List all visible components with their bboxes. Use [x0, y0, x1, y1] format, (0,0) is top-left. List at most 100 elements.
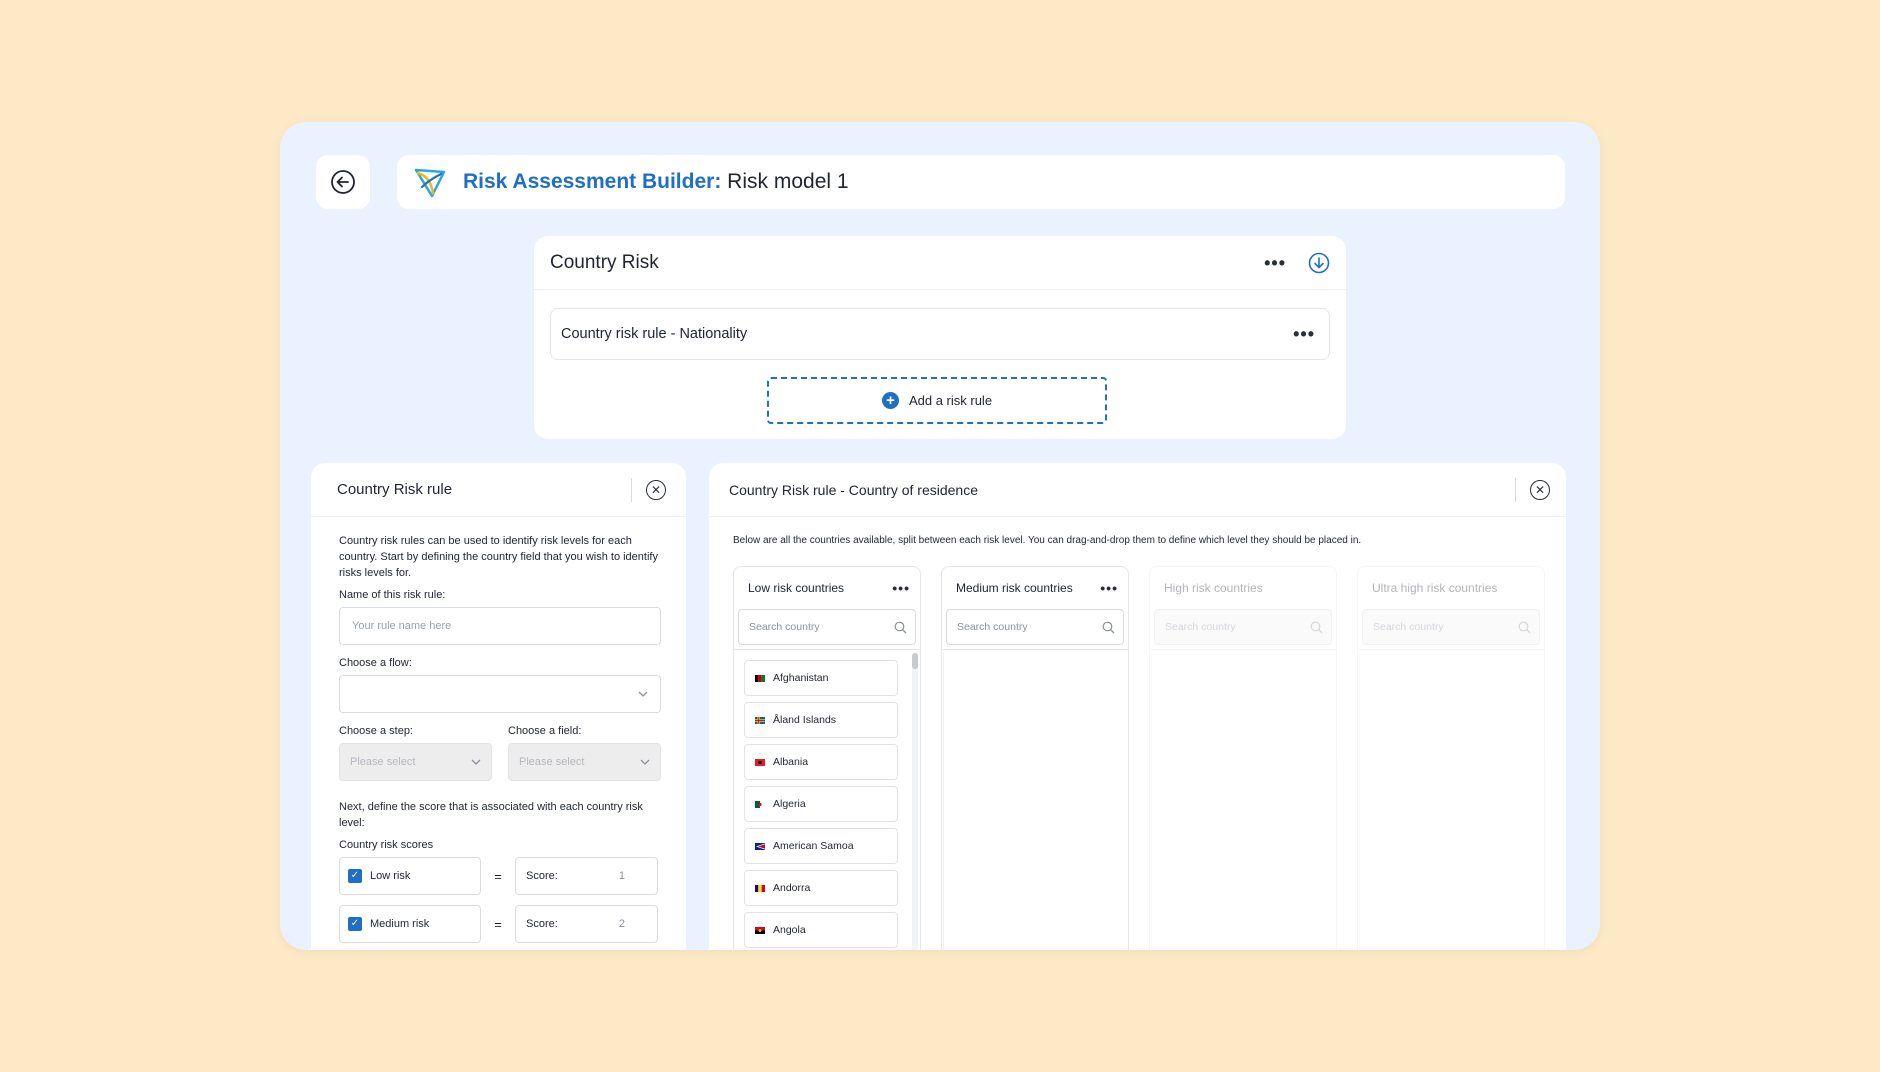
more-options-icon[interactable]: ••• — [1100, 581, 1118, 595]
search-icon — [894, 621, 907, 633]
scrollbar-thumb[interactable] — [912, 653, 918, 669]
divider — [631, 477, 632, 502]
search-placeholder: Search country — [1165, 621, 1236, 633]
page-title-model: Risk model 1 — [727, 170, 849, 193]
rule-more-options-icon[interactable]: ••• — [1293, 325, 1315, 343]
column-title: Ultra high risk countries — [1372, 581, 1498, 595]
plus-circle-icon: + — [881, 392, 899, 409]
country-search-input[interactable]: Search country — [1362, 609, 1540, 645]
search-placeholder: Search country — [749, 621, 820, 633]
column-title: High risk countries — [1164, 581, 1263, 595]
equals-sign: = — [494, 868, 502, 884]
country-item[interactable]: Åland Islands — [744, 702, 898, 738]
page-title-accent: Risk Assessment Builder: — [463, 170, 722, 193]
country-name: Albania — [773, 756, 809, 768]
risk-rule-label: Country risk rule - Nationality — [561, 326, 748, 342]
header-bar: Risk Assessment Builder: Risk model 1 — [397, 155, 1565, 209]
step-select[interactable]: Please select — [339, 743, 492, 781]
country-risk-title: Country Risk — [550, 251, 659, 273]
scores-label: Country risk scores — [339, 839, 434, 851]
medium-risk-checkbox-field[interactable]: ✓ Medium risk — [339, 905, 481, 943]
download-icon[interactable] — [1308, 252, 1330, 274]
add-risk-rule-label: Add a risk rule — [908, 393, 993, 408]
flag-albania-icon — [755, 758, 765, 766]
flow-select[interactable] — [339, 675, 661, 713]
app-frame: Risk Assessment Builder: Risk model 1 Co… — [280, 122, 1600, 950]
rule-name-input[interactable]: Your rule name here — [339, 607, 661, 645]
divider — [1515, 477, 1516, 502]
rule-name-label: Name of this risk rule: — [339, 589, 446, 601]
chevron-down-icon — [471, 759, 481, 765]
risk-level-columns: Low risk countries ••• Search country Af… — [733, 566, 1545, 950]
country-item[interactable]: Albania — [744, 744, 898, 780]
score-description: Next, define the score that is associate… — [339, 801, 643, 829]
close-icon[interactable]: ✕ — [646, 479, 666, 500]
high-risk-column: High risk countries Search country — [1149, 566, 1337, 950]
risk-level-label: Low risk — [370, 870, 411, 882]
country-name: Åland Islands — [773, 714, 837, 726]
country-search-input[interactable]: Search country — [1154, 609, 1332, 645]
low-risk-score-input[interactable]: Score: 1 — [515, 857, 658, 895]
flag-american-samoa-icon — [755, 842, 765, 850]
drop-zone[interactable] — [1359, 653, 1543, 950]
page-title: Risk Assessment Builder: Risk model 1 — [463, 170, 849, 194]
low-risk-column: Low risk countries ••• Search country Af… — [733, 566, 921, 950]
score-row-low: ✓ Low risk = Score: 1 — [339, 857, 661, 895]
low-risk-checkbox-field[interactable]: ✓ Low risk — [339, 857, 481, 895]
column-title: Medium risk countries — [956, 581, 1073, 595]
country-item[interactable]: American Samoa — [744, 828, 898, 864]
country-item[interactable]: Angola — [744, 912, 898, 948]
country-item[interactable]: Algeria — [744, 786, 898, 822]
rule-name-placeholder: Your rule name here — [352, 620, 452, 632]
country-item[interactable]: Afghanistan — [744, 660, 898, 696]
more-options-icon[interactable]: ••• — [1264, 254, 1286, 272]
step-placeholder: Please select — [350, 756, 416, 768]
medium-risk-column: Medium risk countries ••• Search country — [941, 566, 1129, 950]
column-title: Low risk countries — [748, 581, 845, 595]
country-search-input[interactable]: Search country — [946, 609, 1124, 645]
risk-level-label: Medium risk — [370, 918, 430, 930]
checkbox-checked-icon[interactable]: ✓ — [348, 917, 362, 931]
country-name: Afghanistan — [773, 672, 829, 684]
field-select[interactable]: Please select — [508, 743, 661, 781]
drop-zone[interactable] — [943, 653, 1127, 950]
step-label: Choose a step: — [339, 725, 413, 737]
panel-title: Country Risk rule - Country of residence — [729, 481, 978, 498]
field-label: Choose a field: — [508, 725, 582, 737]
medium-risk-score-input[interactable]: Score: 2 — [515, 905, 658, 943]
country-name: Angola — [773, 924, 806, 936]
flow-label: Choose a flow: — [339, 657, 412, 669]
country-name: American Samoa — [773, 840, 854, 852]
panel-description: Below are all the countries available, s… — [733, 535, 1362, 546]
scrollbar[interactable] — [912, 653, 918, 950]
flag-aland-icon — [755, 716, 765, 724]
more-options-icon[interactable]: ••• — [892, 581, 910, 595]
search-icon — [1518, 621, 1531, 633]
search-icon — [1310, 621, 1323, 633]
country-risk-card: Country Risk ••• Country risk rule - Nat… — [534, 236, 1346, 439]
drop-zone[interactable] — [1151, 653, 1335, 950]
flag-angola-icon — [755, 926, 765, 934]
country-item[interactable]: Andorra — [744, 870, 898, 906]
country-risk-rule-panel: Country Risk rule ✕ Country risk rules c… — [311, 463, 686, 950]
ultra-high-risk-column: Ultra high risk countries Search country — [1357, 566, 1545, 950]
app-logo-icon — [414, 168, 446, 198]
score-label: Score: — [526, 870, 558, 882]
risk-rule-item[interactable]: Country risk rule - Nationality ••• — [550, 308, 1330, 360]
back-button[interactable] — [316, 155, 370, 209]
score-value: 2 — [618, 918, 625, 930]
field-placeholder: Please select — [519, 756, 585, 768]
add-risk-rule-button[interactable]: + Add a risk rule — [767, 377, 1107, 424]
flag-andorra-icon — [755, 884, 765, 892]
close-icon[interactable]: ✕ — [1530, 479, 1550, 500]
score-label: Score: — [526, 918, 558, 930]
country-search-input[interactable]: Search country — [738, 609, 916, 645]
country-name: Algeria — [773, 798, 806, 810]
score-value: 1 — [618, 870, 625, 882]
country-name: Andorra — [773, 882, 811, 894]
panel-title: Country Risk rule — [337, 481, 453, 498]
chevron-down-icon — [638, 691, 648, 697]
country-list: Afghanistan Åland Islands Albania Algeri… — [734, 650, 920, 948]
checkbox-checked-icon[interactable]: ✓ — [348, 869, 362, 883]
search-icon — [1102, 621, 1115, 633]
